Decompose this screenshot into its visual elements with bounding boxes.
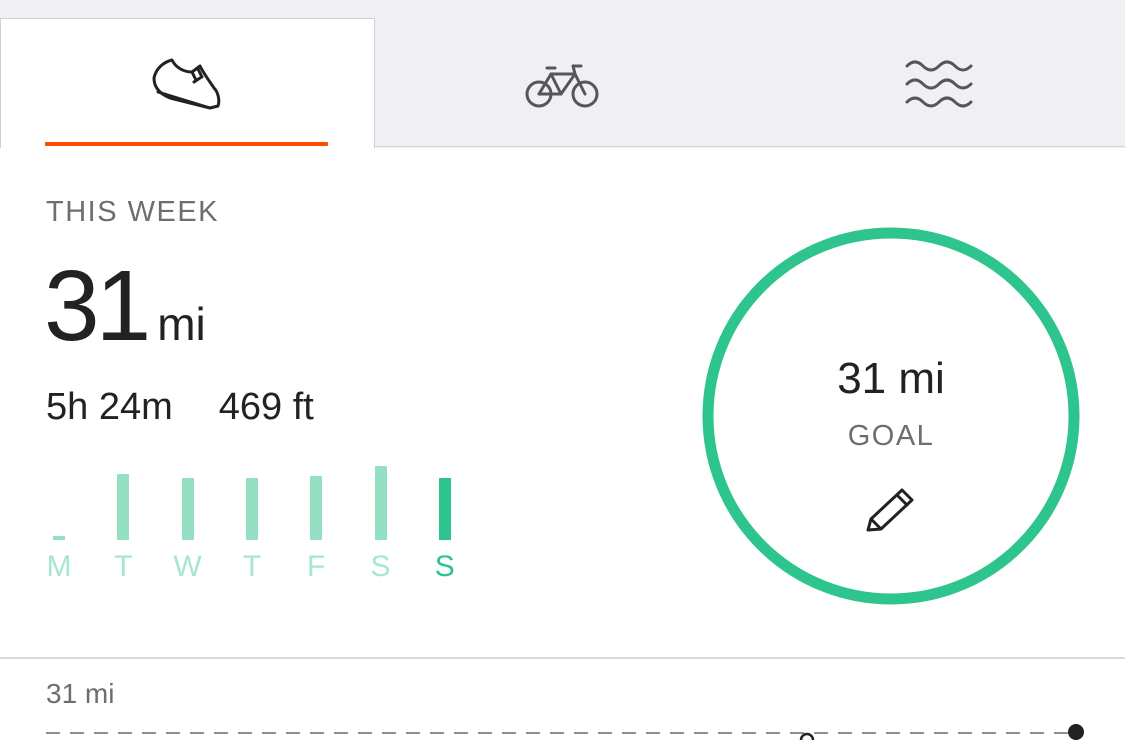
day-label: S [434,550,455,583]
day-bar [310,476,323,540]
goal-progress-ring[interactable] [702,227,1080,605]
sport-tab-bar [0,0,1125,148]
weekly-distance: 31 mi [44,256,206,356]
graph-point-current [1068,724,1084,740]
goal-label: GOAL [847,420,935,452]
weekly-distance-unit: mi [157,298,206,350]
day-bar [53,536,65,540]
day-label: T [242,550,262,583]
day-label: T [114,550,133,583]
weekly-sub-stats: 5h 24m 469 ft [46,386,314,429]
pencil-icon[interactable] [862,484,918,541]
day-bar [374,465,387,540]
water-waves-icon[interactable] [903,58,973,108]
day-label: S [370,550,391,583]
tab-bar-divider [375,146,1125,147]
day-bar [438,478,451,540]
running-shoe-icon[interactable] [150,56,222,112]
day-bar [181,478,194,540]
weekly-distance-value: 31 [44,250,151,362]
day-bar [117,474,130,540]
this-week-label: THIS WEEK [46,196,220,228]
bicycle-icon[interactable] [525,60,599,110]
graph-point-previous [799,732,815,740]
section-divider [0,657,1125,659]
weekly-elevation: 469 ft [218,386,314,428]
weekly-time: 5h 24m [46,386,173,428]
day-label: F [307,550,326,583]
goal-value: 31 mi [837,354,945,403]
active-tab-indicator [45,142,328,146]
day-label: M [46,550,72,583]
day-bar [245,478,258,540]
cumulative-distance-graph [46,724,1084,740]
day-label: W [173,550,202,583]
